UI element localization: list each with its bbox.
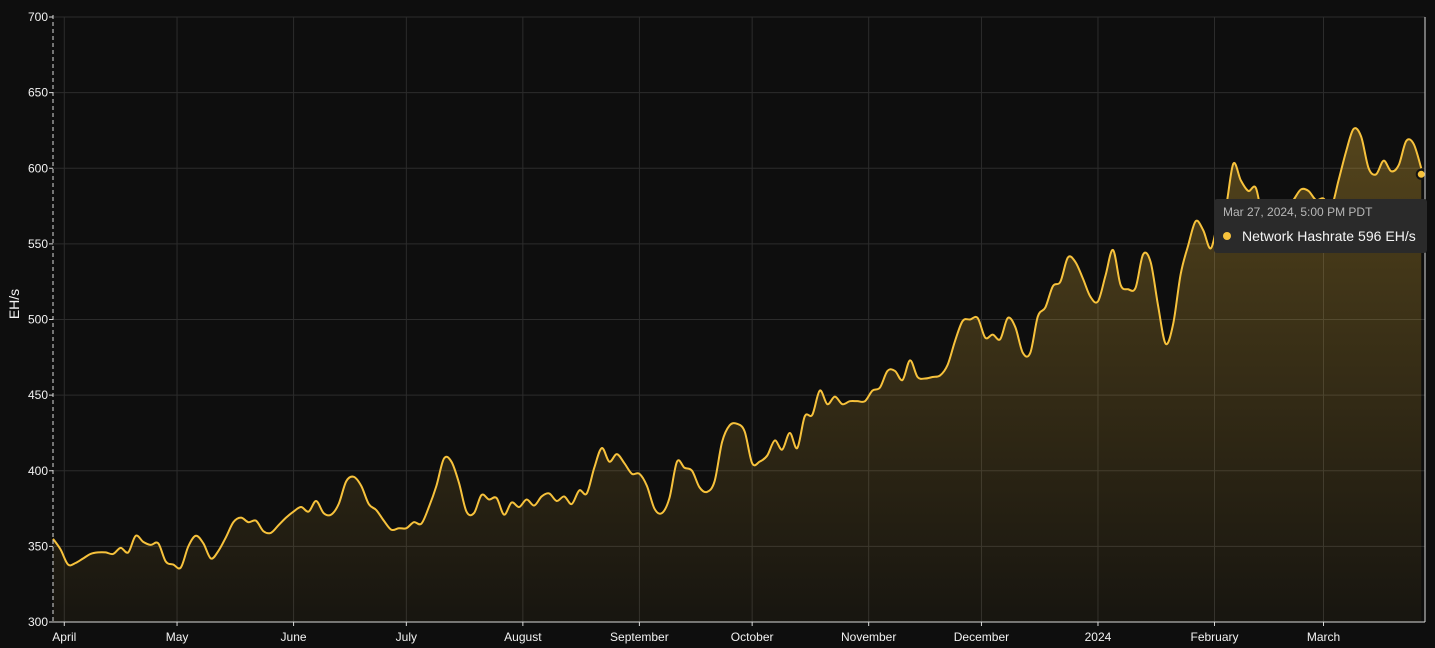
y-tick-label: 700 bbox=[28, 10, 48, 24]
y-tick-label: 550 bbox=[28, 237, 48, 251]
highlight-point[interactable] bbox=[1415, 168, 1427, 180]
x-tick-label: June bbox=[281, 630, 307, 644]
x-tick-label: March bbox=[1307, 630, 1340, 644]
chart-canvas[interactable]: 300 350 400 450 500 550 600 650 700 April May June J… bbox=[0, 0, 1435, 648]
series-color-dot-icon bbox=[1223, 232, 1231, 240]
x-tick-label: February bbox=[1190, 630, 1238, 644]
x-tick-label: April bbox=[52, 630, 76, 644]
tooltip-series-name: Network Hashrate bbox=[1242, 228, 1355, 244]
tooltip-value-row: Network Hashrate 596 EH/s bbox=[1223, 228, 1418, 244]
y-tick-label: 450 bbox=[28, 388, 48, 402]
x-tick-label: September bbox=[610, 630, 669, 644]
x-tick-label: May bbox=[166, 630, 189, 644]
x-tick-label: August bbox=[504, 630, 542, 644]
x-tick-label: 2024 bbox=[1085, 630, 1112, 644]
y-tick-label: 400 bbox=[28, 464, 48, 478]
y-tick-label: 350 bbox=[28, 539, 48, 553]
tooltip-timestamp: Mar 27, 2024, 5:00 PM PDT bbox=[1223, 205, 1373, 219]
x-tick-label: December bbox=[954, 630, 1009, 644]
y-tick-label: 650 bbox=[28, 86, 48, 100]
x-tick-label: November bbox=[841, 630, 896, 644]
y-tick-label: 300 bbox=[28, 615, 48, 629]
y-axis-title: EH/s bbox=[6, 289, 22, 319]
y-tick-label: 600 bbox=[28, 161, 48, 175]
tooltip-unit: EH/s bbox=[1385, 228, 1416, 244]
x-tick-label: July bbox=[396, 630, 417, 644]
x-tick-label: October bbox=[731, 630, 774, 644]
hashrate-chart[interactable]: 300 350 400 450 500 550 600 650 700 April May June J… bbox=[0, 0, 1435, 648]
tooltip-value: 596 bbox=[1358, 228, 1382, 244]
hover-tooltip: Mar 27, 2024, 5:00 PM PDT Network Hashra… bbox=[1214, 199, 1427, 253]
y-tick-label: 500 bbox=[28, 313, 48, 327]
